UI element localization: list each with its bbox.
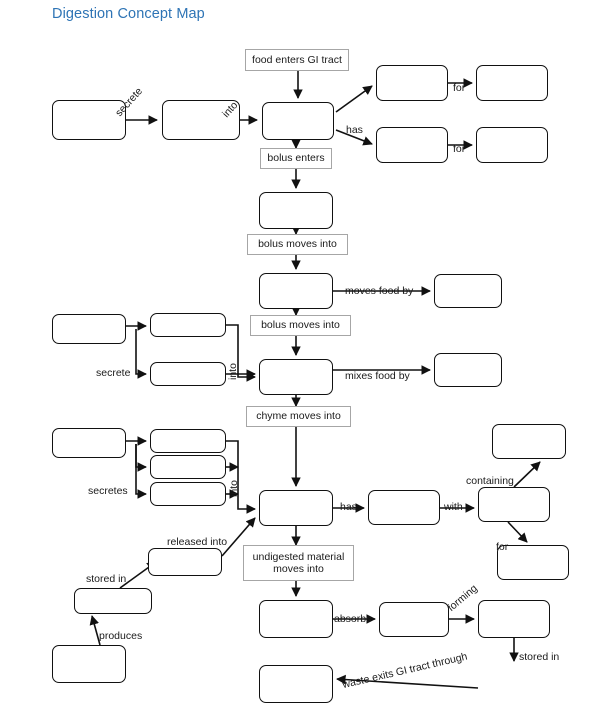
connector-n17-to-n20 bbox=[226, 440, 256, 514]
concept-node[interactable] bbox=[476, 127, 548, 163]
concept-node[interactable] bbox=[52, 428, 126, 458]
edge-label: produces bbox=[99, 630, 143, 642]
link-label-box: bolus moves into bbox=[250, 315, 351, 336]
edge-label: into bbox=[227, 363, 239, 380]
edge-label: stored in bbox=[86, 573, 127, 585]
edge-label: released into bbox=[167, 536, 228, 548]
concept-node[interactable] bbox=[259, 600, 333, 638]
link-label-box: chyme moves into bbox=[246, 406, 351, 427]
edge-label: for bbox=[453, 82, 466, 94]
link-label-box: bolus moves into bbox=[247, 234, 348, 255]
edge-label: with bbox=[444, 501, 463, 513]
concept-node[interactable] bbox=[259, 490, 333, 526]
edge-label: secrete bbox=[96, 367, 131, 379]
edge-label: has bbox=[340, 501, 357, 513]
edge-label: for bbox=[453, 143, 466, 155]
concept-node[interactable] bbox=[434, 353, 502, 387]
link-label-box: undigested material moves into bbox=[243, 545, 354, 581]
concept-node[interactable] bbox=[150, 362, 226, 386]
concept-node[interactable] bbox=[148, 548, 222, 576]
edge-label: has bbox=[346, 124, 363, 136]
concept-node[interactable] bbox=[259, 359, 333, 395]
concept-node[interactable] bbox=[150, 429, 226, 453]
concept-node[interactable] bbox=[150, 455, 226, 479]
concept-node[interactable] bbox=[434, 274, 502, 308]
concept-node[interactable] bbox=[492, 424, 566, 459]
concept-node[interactable] bbox=[478, 600, 550, 638]
edge-label: into bbox=[228, 480, 240, 497]
edge-label: mixes food by bbox=[345, 370, 410, 382]
concept-node[interactable] bbox=[376, 65, 448, 101]
link-label-box: bolus enters bbox=[260, 148, 332, 169]
connector-n22-to-n23 bbox=[513, 461, 541, 488]
connector-n22-to-n24 bbox=[507, 521, 528, 543]
concept-node[interactable] bbox=[52, 314, 126, 344]
concept-node[interactable] bbox=[368, 490, 440, 525]
edge-label: absorbs bbox=[334, 613, 372, 625]
concept-node[interactable] bbox=[74, 588, 152, 614]
connector-n13-to-n15 bbox=[135, 329, 147, 379]
concept-node[interactable] bbox=[259, 273, 333, 309]
concept-node[interactable] bbox=[150, 482, 226, 506]
edge-label: containing bbox=[466, 475, 514, 487]
concept-node[interactable] bbox=[52, 645, 126, 683]
concept-node[interactable] bbox=[376, 127, 448, 163]
edge-label: moves food by bbox=[345, 285, 414, 297]
concept-node[interactable] bbox=[259, 192, 333, 229]
connector-n16-to-n19 bbox=[135, 444, 147, 499]
concept-node[interactable] bbox=[150, 313, 226, 337]
connector-n3-to-n4 bbox=[335, 85, 373, 113]
edge-label: secretes bbox=[88, 485, 128, 497]
connector-n16-to-n18 bbox=[135, 444, 147, 472]
concept-node[interactable] bbox=[259, 665, 333, 703]
concept-node[interactable] bbox=[262, 102, 334, 140]
concept-node[interactable] bbox=[52, 100, 126, 140]
edge-label: stored in bbox=[519, 651, 560, 663]
link-label-box: food enters GI tract bbox=[245, 49, 349, 71]
concept-node[interactable] bbox=[379, 602, 449, 637]
concept-node[interactable] bbox=[476, 65, 548, 101]
edge-label: for bbox=[496, 541, 509, 553]
concept-node[interactable] bbox=[478, 487, 550, 522]
